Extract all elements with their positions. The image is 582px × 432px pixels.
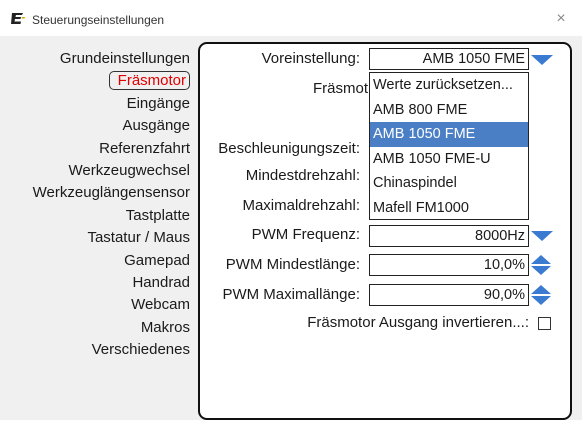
max-speed-label: Maximaldrehzahl: <box>242 197 360 214</box>
title-bar: Steuerungseinstellungen × <box>0 0 582 36</box>
preset-select[interactable]: AMB 1050 FME <box>369 48 529 70</box>
pwm-max-spinner-icon[interactable] <box>530 284 552 306</box>
close-button[interactable]: × <box>546 6 576 32</box>
dropdown-option-reset[interactable]: Werte zurücksetzen... <box>370 73 528 98</box>
pwm-frequency-label: PWM Frequenz: <box>251 226 360 243</box>
pwm-max-length-field[interactable]: 90,0% <box>369 284 529 306</box>
invert-output-label: Fräsmotor Ausgang invertieren...: <box>307 314 529 331</box>
bottom-edge <box>0 420 582 432</box>
nav-item-handrad[interactable]: Handrad <box>33 272 192 294</box>
dropdown-option-mafell-fm1000[interactable]: Mafell FM1000 <box>370 196 528 221</box>
pwm-frequency-select[interactable]: 8000Hz <box>369 225 529 247</box>
dropdown-option-amb-1050-fme[interactable]: AMB 1050 FME <box>370 122 528 147</box>
nav-item-gamepad[interactable]: Gamepad <box>33 250 192 272</box>
nav-item-fraesmotor[interactable]: Fräsmotor <box>33 70 192 92</box>
preset-dropdown-list: Werte zurücksetzen... AMB 800 FME AMB 10… <box>369 72 529 220</box>
dropdown-option-chinaspindel[interactable]: Chinaspindel <box>370 171 528 196</box>
nav-item-werkzeugwechsel[interactable]: Werkzeugwechsel <box>33 160 192 182</box>
nav-item-tastplatte[interactable]: Tastplatte <box>33 205 192 227</box>
preset-label: Voreinstellung: <box>261 50 360 67</box>
dropdown-option-amb-800-fme[interactable]: AMB 800 FME <box>370 98 528 123</box>
pwm-min-length-field[interactable]: 10,0% <box>369 254 529 276</box>
accel-time-label: Beschleunigungszeit: <box>218 140 360 157</box>
nav-item-eingaenge[interactable]: Eingänge <box>33 93 192 115</box>
settings-window: Steuerungseinstellungen × Grundeinstellu… <box>0 0 582 432</box>
min-speed-label: Mindestdrehzahl: <box>245 167 360 184</box>
app-logo-icon <box>11 13 25 24</box>
nav-item-ausgaenge[interactable]: Ausgänge <box>33 115 192 137</box>
preset-dropdown-arrow-icon[interactable] <box>531 55 553 65</box>
window-title: Steuerungseinstellungen <box>32 13 165 27</box>
nav-item-makros[interactable]: Makros <box>33 317 192 339</box>
pwm-max-length-label: PWM Maximallänge: <box>222 286 360 303</box>
pwm-min-spinner-icon[interactable] <box>530 254 552 276</box>
nav-item-werkzeuglaengensensor[interactable]: Werkzeuglängensensor <box>33 182 192 204</box>
nav-item-grundeinstellungen[interactable]: Grundeinstellungen <box>33 48 192 70</box>
nav-item-referenzfahrt[interactable]: Referenzfahrt <box>33 138 192 160</box>
dropdown-option-amb-1050-fme-u[interactable]: AMB 1050 FME-U <box>370 147 528 172</box>
nav-item-tastatur-maus[interactable]: Tastatur / Maus <box>33 227 192 249</box>
nav-item-verschiedenes[interactable]: Verschiedenes <box>33 339 192 361</box>
settings-nav: Grundeinstellungen Fräsmotor Eingänge Au… <box>33 48 192 361</box>
nav-item-webcam[interactable]: Webcam <box>33 294 192 316</box>
invert-output-checkbox[interactable] <box>538 317 551 330</box>
pwm-frequency-dropdown-arrow-icon[interactable] <box>531 231 553 241</box>
pwm-min-length-label: PWM Mindestlänge: <box>225 256 360 273</box>
motor-label: Fräsmot <box>313 80 369 97</box>
